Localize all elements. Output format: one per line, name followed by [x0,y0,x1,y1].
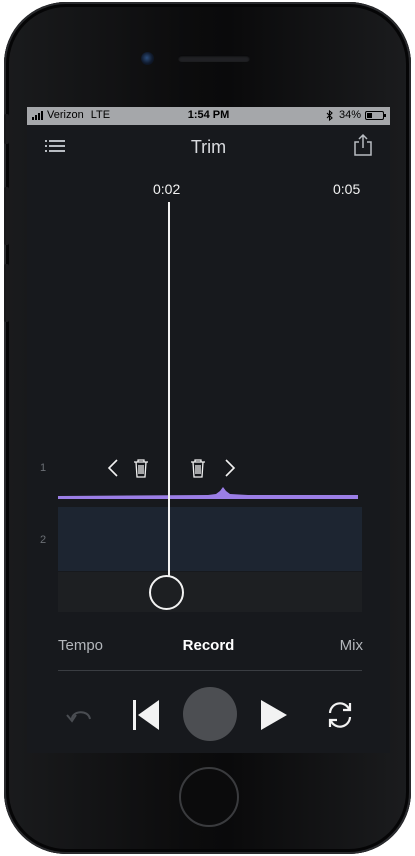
front-camera [141,52,154,65]
tabs-divider [58,670,362,671]
page-title: Trim [190,137,227,157]
nav-header: Trim [27,125,390,169]
phone-frame: Verizon LTE 1:54 PM 34% Trim 0:02 0:05 1… [4,2,411,854]
track-number-2: 2 [40,534,47,546]
status-right: 34% [326,109,386,121]
share-icon[interactable] [352,133,374,157]
mode-tabs: Tempo Record Mix [27,637,390,661]
record-button[interactable] [183,687,237,741]
loop-icon[interactable] [324,699,356,731]
play-icon[interactable] [259,699,289,731]
playhead-line [168,202,170,576]
status-bar: Verizon LTE 1:54 PM 34% [27,107,390,125]
volume-up-button [4,187,9,245]
skip-back-icon[interactable] [131,699,161,731]
battery-percent: 34% [338,109,361,121]
track-2-lane[interactable] [58,507,362,571]
mute-switch [4,114,9,144]
playhead-time-label: 0:02 [153,181,181,197]
trim-left-chevron-icon[interactable] [106,458,120,478]
tab-tempo[interactable]: Tempo [58,637,103,654]
empty-track-lane[interactable] [58,572,362,612]
tab-mix[interactable]: Mix [340,637,363,654]
bluetooth-icon [326,109,333,121]
volume-down-button [4,264,9,322]
playhead-handle[interactable] [149,575,184,610]
trim-right-chevron-icon[interactable] [223,458,237,478]
battery-icon [365,110,386,120]
home-button[interactable] [179,767,239,827]
undo-icon[interactable] [63,703,97,727]
end-time-label: 0:05 [333,181,361,197]
delete-right-trash-icon[interactable] [190,458,206,478]
app-screen: Verizon LTE 1:54 PM 34% Trim 0:02 0:05 1… [27,107,390,753]
track-number-1: 1 [40,462,47,474]
delete-left-trash-icon[interactable] [133,458,149,478]
transport-controls [27,683,390,743]
earpiece-speaker [178,55,250,62]
track-1-waveform[interactable] [58,481,358,501]
tab-record[interactable]: Record [183,637,235,654]
